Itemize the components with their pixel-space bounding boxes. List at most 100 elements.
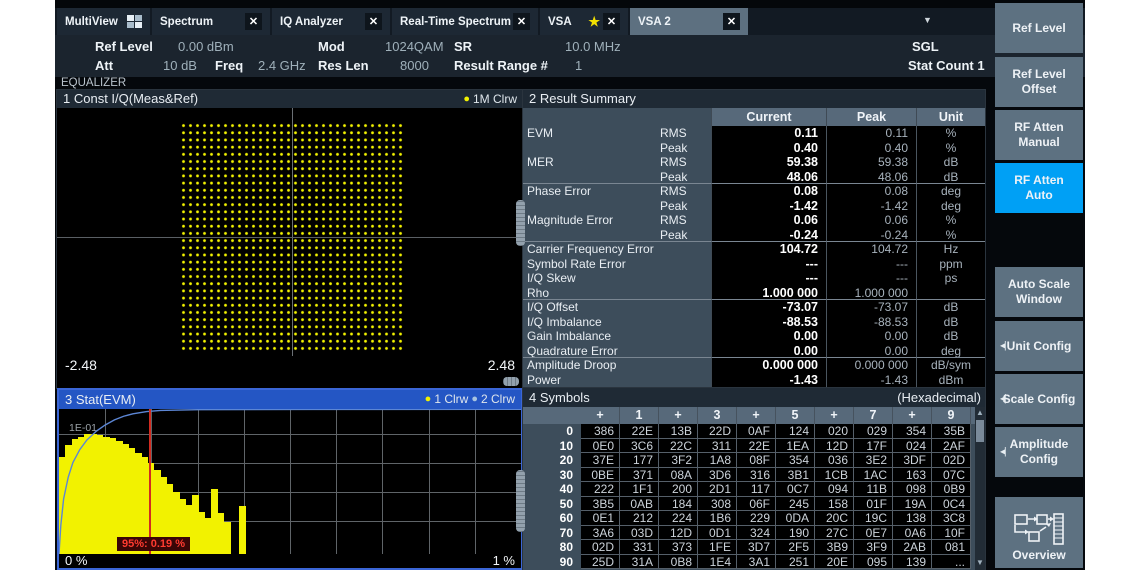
sr-label[interactable]: SR <box>454 39 472 54</box>
res-len-label[interactable]: Res Len <box>318 58 369 73</box>
table-row: 038622E13B22D0AF12402002935435B <box>523 424 975 439</box>
close-icon[interactable]: ✕ <box>603 13 620 30</box>
table-row: Amplitude Droop0.000 0000.000 000dB/sym <box>523 358 985 373</box>
x-axis-max: 2.48 <box>488 357 515 373</box>
tab-label: Spectrum <box>160 16 213 28</box>
evm-histogram-plot[interactable]: 1E-01 95%: 0.19 % <box>59 409 521 554</box>
pane-splitter-handle[interactable] <box>516 470 525 532</box>
table-row: Quadrature Error0.000.00deg <box>523 344 985 359</box>
freq-label[interactable]: Freq <box>215 58 243 73</box>
mod-value[interactable]: 1024QAM <box>385 39 444 54</box>
symbols-table-header: +1+3+5+7+9 <box>523 407 975 424</box>
equalizer-status-line: EQUALIZER <box>61 77 1091 90</box>
softkey-amplitude-config[interactable]: ◂| Amplitude Config <box>995 427 1083 477</box>
pane-splitter-handle[interactable] <box>503 377 519 386</box>
result-panel-title-bar: 2 Result Summary <box>523 90 985 108</box>
cdf-curve-trace2 <box>59 409 521 554</box>
softkey-rf-atten-manual[interactable]: RF Atten Manual <box>995 110 1083 160</box>
tab-spectrum[interactable]: Spectrum ✕ <box>152 8 270 35</box>
table-row: Power-1.43-1.43dBm <box>523 373 985 388</box>
trace2-dot-icon: ● <box>471 394 478 405</box>
softkey-unit-config[interactable]: ◂| Unit Config <box>995 321 1083 371</box>
sr-value[interactable]: 10.0 MHz <box>565 39 621 54</box>
close-icon[interactable]: ✕ <box>245 13 262 30</box>
constellation-points-1024qam <box>180 122 404 352</box>
percentile-marker-label: 95%: 0.19 % <box>117 537 190 551</box>
table-row: EVMRMS0.110.11% <box>523 126 985 141</box>
tab-label: IQ Analyzer <box>280 16 343 28</box>
softkey-ref-level-offset[interactable]: Ref Level Offset <box>995 57 1083 107</box>
trace1-dot-icon: ● <box>463 94 470 105</box>
tab-real-time-spectrum[interactable]: Real-Time Spectrum ✕ <box>392 8 538 35</box>
softkey-label: RF Atten Auto <box>1001 173 1077 203</box>
result-range-label[interactable]: Result Range # <box>454 58 548 73</box>
att-value[interactable]: 10 dB <box>163 58 197 73</box>
softkey-auto-scale-window[interactable]: Auto Scale Window <box>995 267 1083 317</box>
scroll-up-icon[interactable]: ▲ <box>975 407 985 418</box>
table-row: I/Q Imbalance-88.53-88.53dB <box>523 315 985 330</box>
table-row: Peak-1.42-1.42deg <box>523 199 985 214</box>
softkey-scale-config[interactable]: ◂| Scale Config <box>995 374 1083 424</box>
symbols-panel-title-bar: 4 Symbols (Hexadecimal) <box>523 388 985 407</box>
submenu-arrow-icon: ◂| <box>1000 445 1006 460</box>
freq-value[interactable]: 2.4 GHz <box>258 58 306 73</box>
tab-vsa[interactable]: VSA ★ ✕ <box>540 8 628 35</box>
table-row: Peak0.400.40% <box>523 141 985 156</box>
mod-label[interactable]: Mod <box>318 39 345 54</box>
header-current: Current <box>711 108 826 126</box>
vsa-application-window: MultiView Spectrum ✕ IQ Analyzer ✕ Real-… <box>55 0 1085 570</box>
trace2-label: 2 Clrw <box>481 390 515 409</box>
table-row: 100E03C622C31122E1EA12D17F0242AF <box>523 439 975 454</box>
tab-iq-analyzer[interactable]: IQ Analyzer ✕ <box>272 8 390 35</box>
header-peak: Peak <box>826 108 916 126</box>
symbols-format-label: (Hexadecimal) <box>897 388 981 407</box>
softkey-label: Ref Level Offset <box>1001 67 1077 97</box>
x-axis-min: 0 % <box>65 553 87 568</box>
scroll-down-icon[interactable]: ▼ <box>975 557 985 568</box>
header-unit: Unit <box>916 108 985 126</box>
table-row: Rho1.000 0001.000 000 <box>523 286 985 301</box>
softkey-ref-level[interactable]: Ref Level <box>995 3 1083 53</box>
result-range-value[interactable]: 1 <box>575 58 582 73</box>
overview-flowchart-icon <box>1013 512 1065 546</box>
softkey-label: Auto Scale Window <box>1001 277 1077 307</box>
table-row: Carrier Frequency Error104.72104.72Hz <box>523 242 985 257</box>
softkey-label: Unit Config <box>1007 339 1072 354</box>
att-label[interactable]: Att <box>95 58 113 73</box>
res-len-value[interactable]: 8000 <box>400 58 429 73</box>
table-row: 8002D3313731FE3D72F53B93F92AB081 <box>523 540 975 555</box>
scrollbar-thumb[interactable] <box>976 420 984 442</box>
ref-level-value[interactable]: 0.00 dBm <box>178 39 234 54</box>
table-row: Phase ErrorRMS0.080.08deg <box>523 184 985 199</box>
panel-title: 1 Const I/Q(Meas&Ref) <box>63 90 198 108</box>
pane-splitter-handle[interactable] <box>516 200 525 246</box>
close-icon[interactable]: ✕ <box>365 13 382 30</box>
percentile-marker-line[interactable] <box>149 409 151 554</box>
stat-panel-title-bar: 3 Stat(EVM) ● 1 Clrw ● 2 Clrw <box>59 390 521 409</box>
sweep-mode-sgl[interactable]: SGL <box>912 39 939 54</box>
table-row: Symbol Rate Error------ppm <box>523 257 985 272</box>
table-row: 703A603D12D0D132419027C0E70A610F <box>523 526 975 541</box>
table-row: 503B50AB18430806F24515801F19A0C4 <box>523 497 975 512</box>
close-icon[interactable]: ✕ <box>513 13 530 30</box>
close-icon[interactable]: ✕ <box>723 13 740 30</box>
channel-tab-bar: MultiView Spectrum ✕ IQ Analyzer ✕ Real-… <box>55 8 1085 35</box>
table-row: Magnitude ErrorRMS0.060.06% <box>523 213 985 228</box>
symbols-scrollbar[interactable]: ▲ ▼ <box>975 407 985 570</box>
table-row: 300BE37108A3D63163B11CB1AC16307C <box>523 468 975 483</box>
stat-count[interactable]: Stat Count 1 <box>908 58 985 73</box>
tab-vsa2-active[interactable]: VSA 2 ✕ <box>630 8 748 35</box>
multiview-grid-icon <box>127 15 142 28</box>
softkey-rf-atten-auto[interactable]: RF Atten Auto <box>995 163 1083 213</box>
const-iq-panel: 1 Const I/Q(Meas&Ref) ● 1M Clrw -2.48 2.… <box>57 90 523 388</box>
stat-evm-panel: 3 Stat(EVM) ● 1 Clrw ● 2 Clrw 1E-01 95%:… <box>57 388 523 570</box>
panel-title: 3 Stat(EVM) <box>65 390 136 409</box>
softkey-overview[interactable]: Overview <box>995 497 1083 568</box>
softkey-label: Overview <box>1012 548 1065 563</box>
tab-multiview[interactable]: MultiView <box>57 8 150 35</box>
table-row: 2037E1773F21A808F3540363E23DF02D <box>523 453 975 468</box>
x-axis-max: 1 % <box>493 553 515 568</box>
constellation-plot[interactable] <box>57 108 523 356</box>
ref-level-label[interactable]: Ref Level <box>95 39 153 54</box>
chevron-down-icon[interactable]: ▼ <box>923 15 932 25</box>
